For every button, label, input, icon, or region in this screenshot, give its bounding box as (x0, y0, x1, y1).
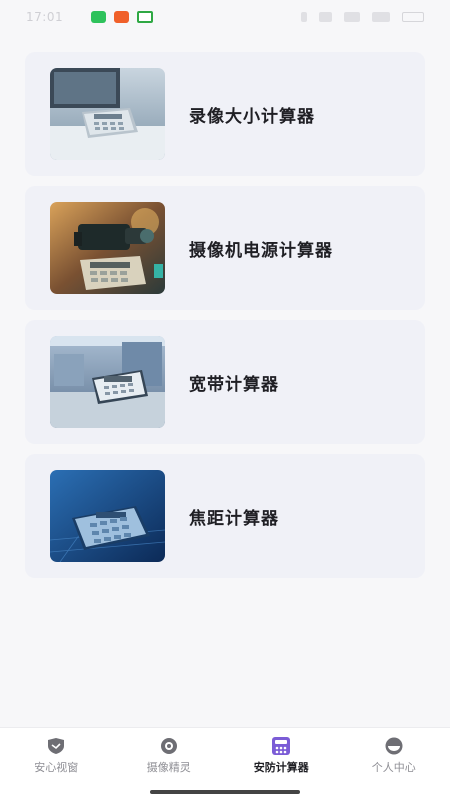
status-right (301, 12, 424, 22)
nav-item-safe-view[interactable]: 安心视窗 (0, 728, 113, 783)
calculator-icon (271, 736, 291, 755)
home-gesture-bar[interactable] (150, 790, 300, 794)
user-icon (384, 737, 404, 755)
card-title: 焦距计算器 (189, 508, 279, 529)
calculator-thumbnail-image (50, 470, 165, 562)
card-recording-size-calculator[interactable]: 录像大小计算器 (25, 52, 425, 176)
nav-item-security-calculator[interactable]: 安防计算器 (225, 728, 338, 783)
nav-label: 摄像精灵 (146, 760, 191, 774)
nav-item-personal-center[interactable]: 个人中心 (338, 728, 450, 783)
status-time: 17:01 (26, 10, 64, 24)
nav-label: 个人中心 (371, 760, 416, 774)
hd-icon (344, 12, 360, 22)
signal-icon (372, 12, 390, 22)
card-title: 宽带计算器 (189, 374, 279, 395)
calculator-list: 录像大小计算器 摄像机电源计算器 宽带计算器 焦距计算器 (25, 52, 425, 578)
card-focal-length-calculator[interactable]: 焦距计算器 (25, 454, 425, 578)
nav-label: 安防计算器 (253, 760, 309, 774)
notification-app-icon (114, 11, 130, 23)
notification-app-icon (137, 11, 154, 23)
status-bar: 17:01 (0, 0, 450, 34)
status-left: 17:01 (26, 10, 154, 24)
bottom-navigation: 安心视窗 摄像精灵 安防计算器 个人中心 (0, 727, 450, 783)
card-bandwidth-calculator[interactable]: 宽带计算器 (25, 320, 425, 444)
shield-icon (46, 737, 66, 755)
nav-item-camera-assistant[interactable]: 摄像精灵 (113, 728, 226, 783)
notification-app-icon (91, 11, 107, 23)
battery-icon (402, 12, 424, 22)
wifi-icon (319, 12, 332, 22)
bluetooth-icon (301, 12, 307, 22)
nav-label: 安心视窗 (34, 760, 79, 774)
calculator-thumbnail-image (50, 336, 165, 428)
card-title: 摄像机电源计算器 (189, 240, 333, 261)
calculator-thumbnail-image (50, 68, 165, 160)
card-title: 录像大小计算器 (189, 106, 315, 127)
calculator-thumbnail-image (50, 202, 165, 294)
card-camera-power-calculator[interactable]: 摄像机电源计算器 (25, 186, 425, 310)
gesture-area (0, 783, 450, 800)
camera-icon (159, 737, 179, 755)
